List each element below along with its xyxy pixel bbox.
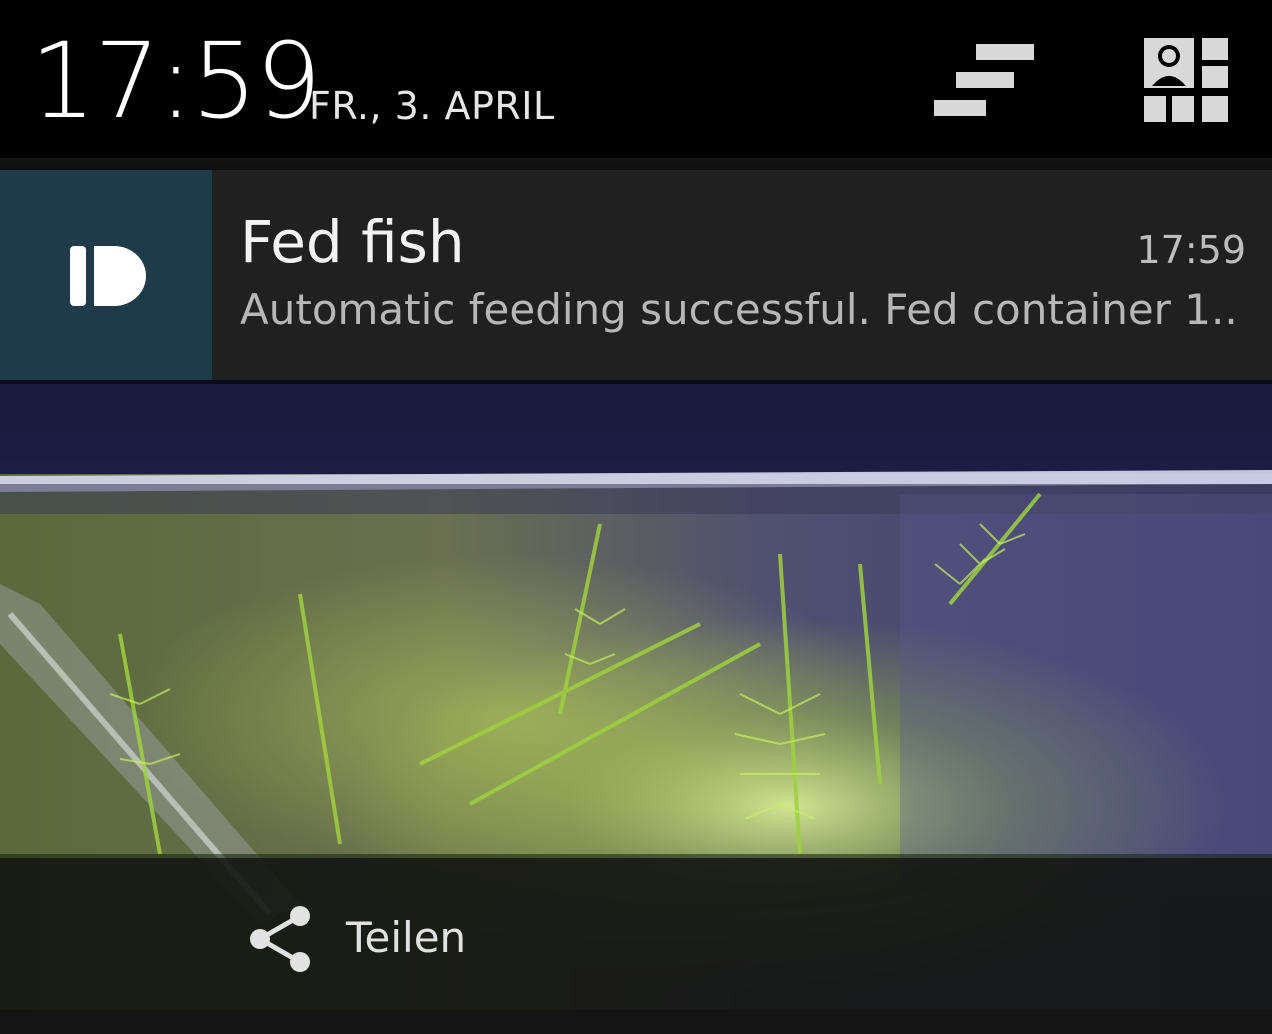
share-label: Teilen [346, 913, 467, 962]
notification-icon-tile [0, 170, 212, 380]
notification-action-bar: Teilen [0, 858, 1272, 1010]
share-icon [250, 906, 310, 972]
settings-toggle-icon[interactable] [932, 42, 1036, 122]
notification-title: Fed fish [240, 208, 465, 276]
notification-time: 17:59 [1136, 228, 1246, 272]
header-divider [0, 158, 1272, 170]
status-header: 17:59 FR., 3. APRIL [0, 0, 1272, 160]
quick-settings-icon[interactable] [1142, 36, 1232, 124]
clock: 17:59 [30, 20, 322, 142]
bottom-strip [0, 1010, 1272, 1034]
notification-text: Automatic feeding successful. Fed contai… [240, 286, 1238, 334]
date: FR., 3. APRIL [309, 84, 555, 128]
app-logo-icon [70, 246, 146, 306]
notification-shade: 17:59 FR., 3. APRIL Fed fish 17:59 Autom… [0, 0, 1272, 1034]
notification-card[interactable]: Fed fish 17:59 Automatic feeding success… [0, 170, 1272, 380]
share-button[interactable]: Teilen [236, 898, 496, 978]
